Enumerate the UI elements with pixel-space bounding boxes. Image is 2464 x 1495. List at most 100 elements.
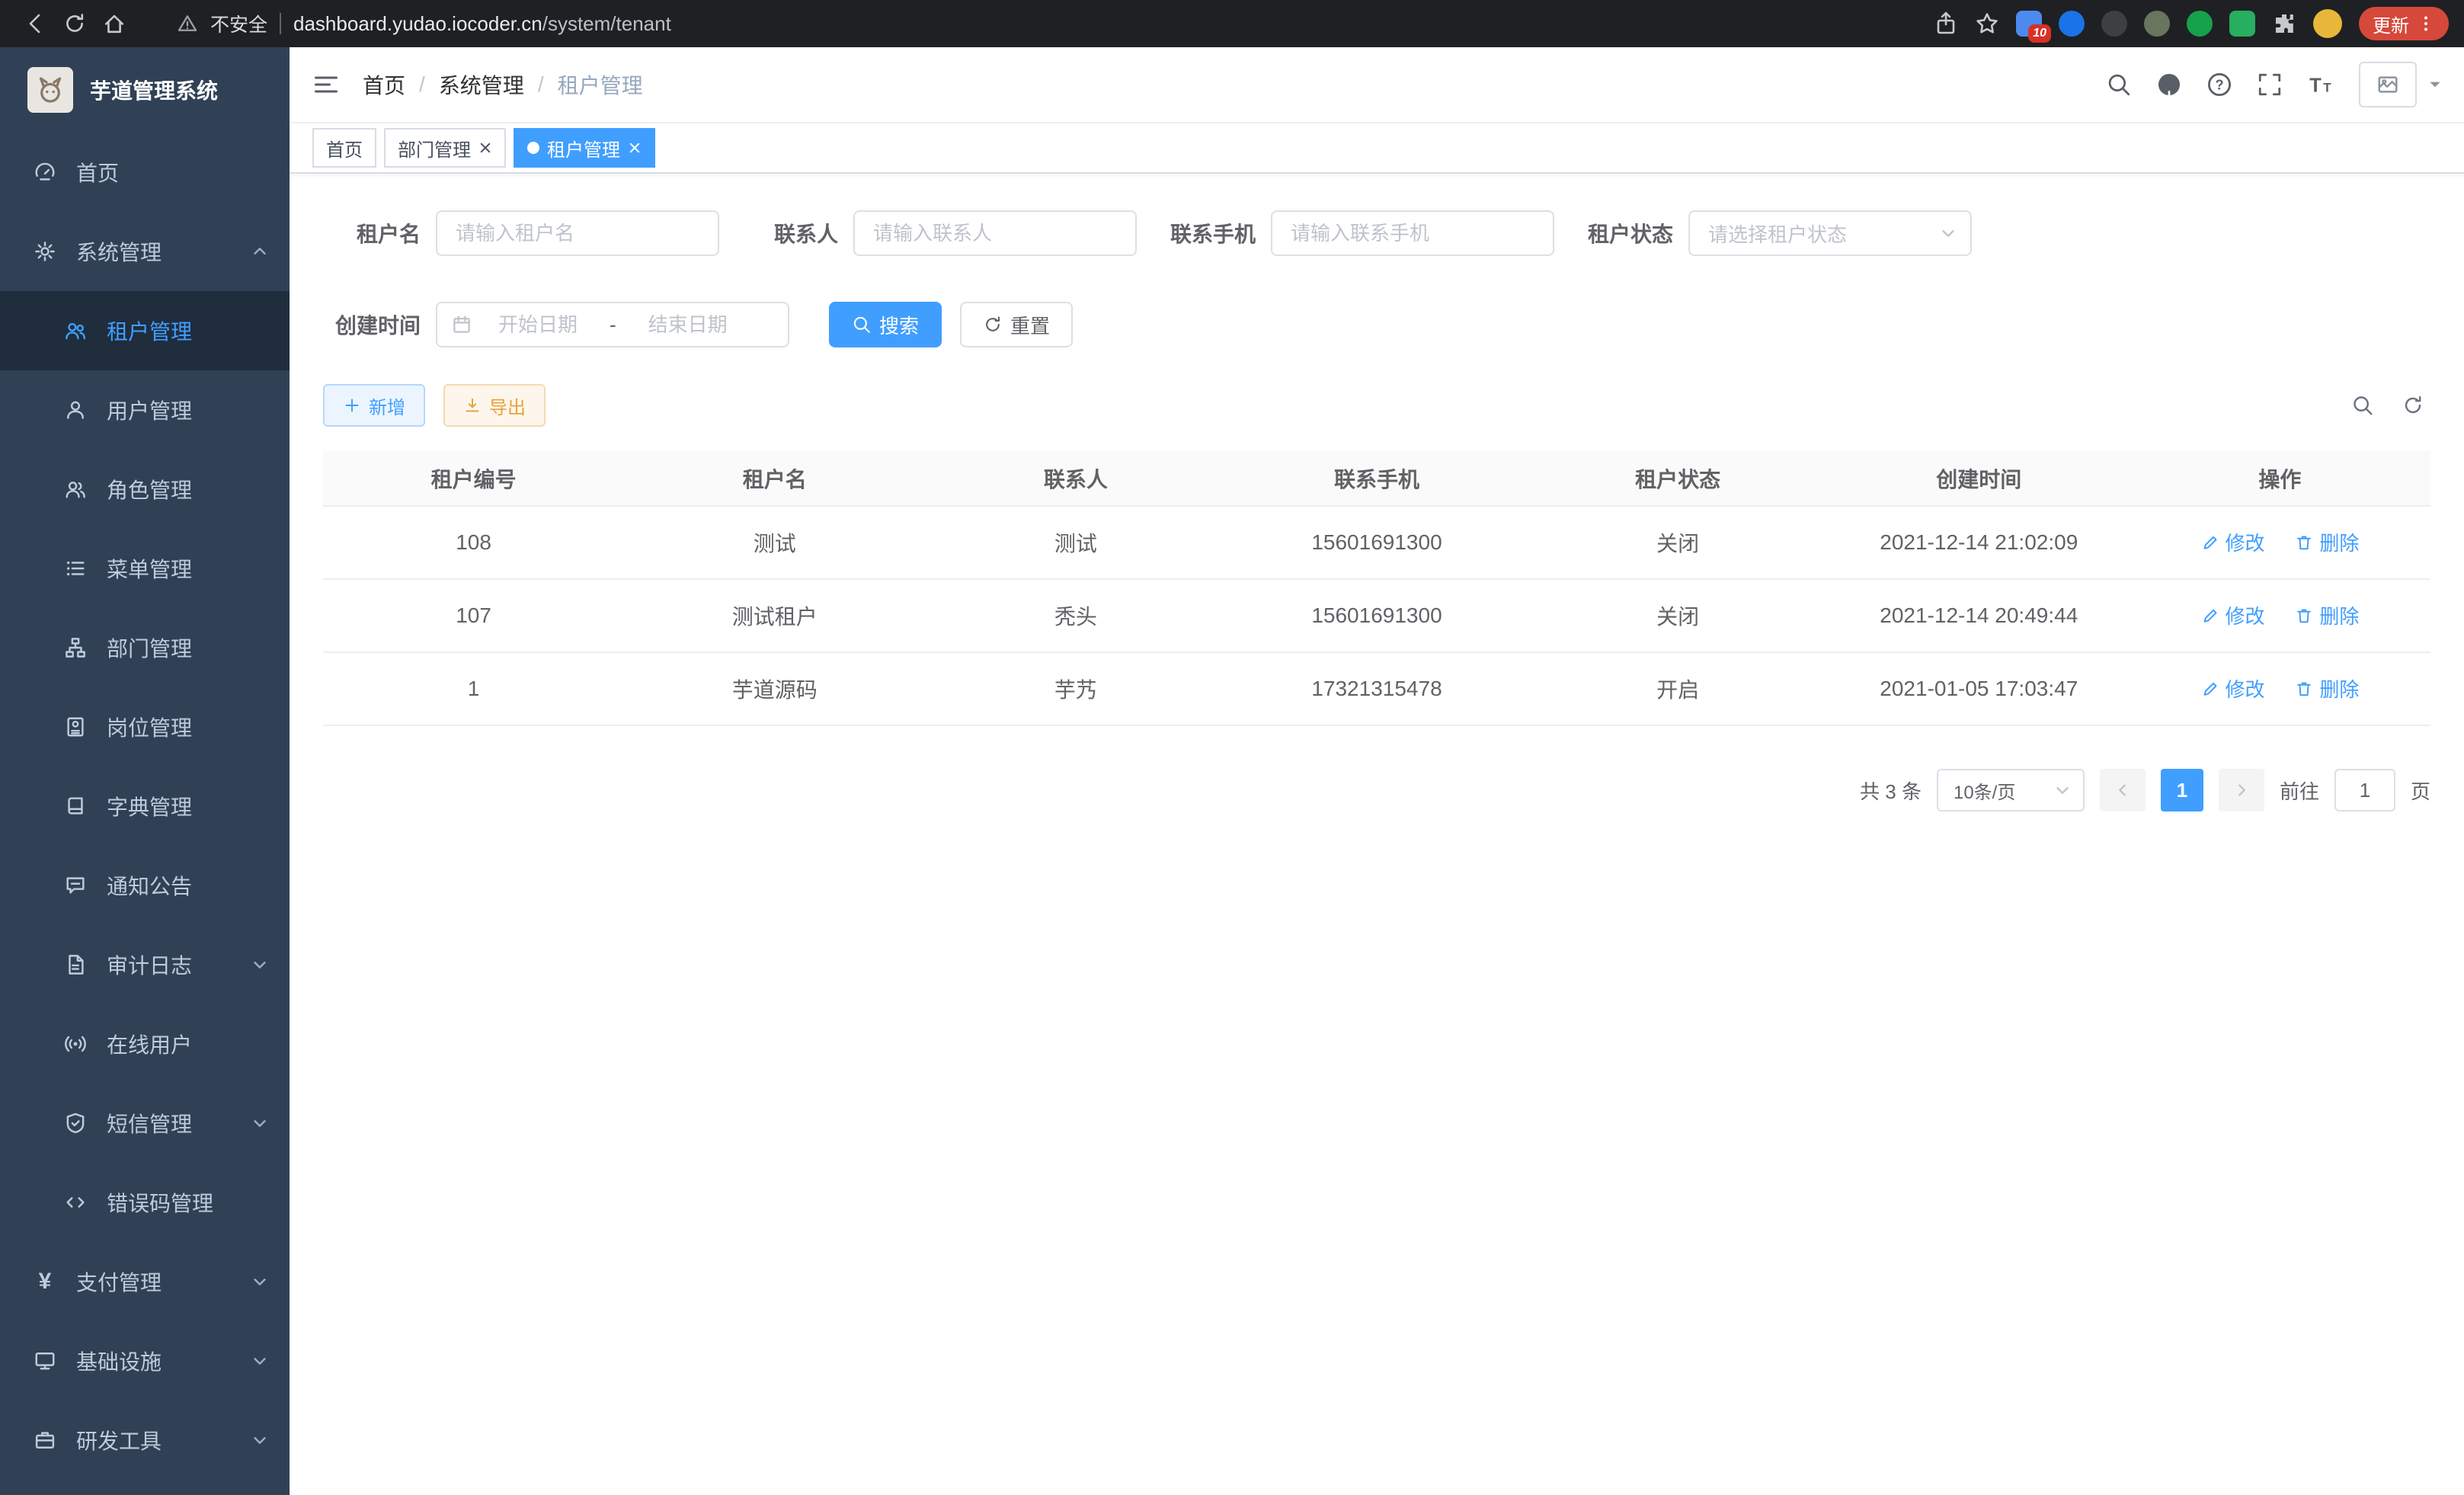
tenant-status-select[interactable]: 请选择租户状态: [1688, 210, 1972, 256]
extensions-puzzle-icon[interactable]: [2272, 11, 2296, 36]
col-operations: 操作: [2130, 451, 2430, 506]
goto-page-input[interactable]: [2334, 769, 2395, 812]
sidebar-item-label: 首页: [76, 157, 119, 187]
chevron-left-icon: [2114, 782, 2131, 799]
col-status: 租户状态: [1528, 451, 1829, 506]
sidebar-item-error-code[interactable]: 错误码管理: [0, 1163, 290, 1242]
cell-phone: 15601691300: [1226, 579, 1527, 652]
sidebar-item-online-user[interactable]: 在线用户: [0, 1004, 290, 1084]
user-avatar[interactable]: [2359, 62, 2417, 107]
breadcrumb-item[interactable]: 首页: [363, 69, 405, 100]
start-date-input[interactable]: [478, 313, 597, 337]
extension-icon-1[interactable]: 10: [2016, 11, 2042, 37]
phone-input[interactable]: [1271, 210, 1554, 256]
cell-created: 2021-12-14 20:49:44: [1829, 579, 2130, 652]
edit-button[interactable]: 修改: [2201, 674, 2265, 703]
chrome-update-button[interactable]: 更新: [2359, 7, 2449, 40]
cell-operations: 修改 删除: [2130, 506, 2430, 579]
refresh-icon[interactable]: [2402, 394, 2424, 417]
tab-tenant[interactable]: 租户管理: [514, 128, 655, 168]
search-icon[interactable]: [2095, 62, 2142, 107]
current-page[interactable]: 1: [2161, 769, 2203, 812]
reset-button[interactable]: 重置: [960, 302, 1073, 347]
bookmark-star-icon[interactable]: [1975, 11, 1999, 36]
sidebar-item-system[interactable]: 系统管理: [0, 212, 290, 291]
delete-button[interactable]: 删除: [2295, 528, 2359, 556]
sidebar-item-post[interactable]: 岗位管理: [0, 687, 290, 767]
toggle-search-icon[interactable]: [2351, 394, 2374, 417]
sidebar-item-sms[interactable]: 短信管理: [0, 1084, 290, 1163]
cell-tenant-id: 1: [323, 652, 624, 725]
delete-button[interactable]: 删除: [2295, 601, 2359, 629]
dashboard-icon: [34, 161, 56, 184]
font-size-icon[interactable]: TT: [2296, 62, 2344, 107]
home-icon[interactable]: [94, 5, 134, 42]
date-separator: -: [603, 313, 622, 337]
sidebar-item-notice[interactable]: 通知公告: [0, 846, 290, 925]
fullscreen-icon[interactable]: [2246, 62, 2293, 107]
tenant-name-input[interactable]: [436, 210, 719, 256]
col-phone: 联系手机: [1226, 451, 1527, 506]
yen-icon: ¥: [34, 1270, 56, 1293]
close-icon[interactable]: [628, 141, 642, 155]
caret-down-icon[interactable]: [2427, 77, 2443, 92]
next-page-button[interactable]: [2219, 769, 2264, 812]
prev-page-button[interactable]: [2100, 769, 2146, 812]
date-range-picker[interactable]: -: [436, 302, 789, 347]
pencil-icon: [2201, 533, 2219, 552]
sidebar-item-audit-log[interactable]: 审计日志: [0, 925, 290, 1004]
github-icon[interactable]: [2146, 62, 2193, 107]
sidebar-item-menu[interactable]: 菜单管理: [0, 529, 290, 608]
add-button[interactable]: 新增: [323, 384, 425, 427]
edit-button[interactable]: 修改: [2201, 601, 2265, 629]
extension-icon-5[interactable]: [2187, 11, 2213, 37]
delete-label: 删除: [2319, 601, 2359, 629]
select-placeholder: 请选择租户状态: [1708, 219, 1847, 248]
broken-image-icon: [2376, 73, 2399, 96]
tab-dept[interactable]: 部门管理: [384, 128, 506, 168]
close-icon[interactable]: [478, 141, 492, 155]
sidebar-item-role[interactable]: 角色管理: [0, 450, 290, 529]
sidebar-item-label: 基础设施: [76, 1346, 162, 1376]
contact-input[interactable]: [853, 210, 1137, 256]
profile-avatar[interactable]: [2313, 9, 2342, 38]
reload-icon[interactable]: [55, 5, 94, 42]
sidebar-item-tenant[interactable]: 租户管理: [0, 291, 290, 370]
cell-tenant-id: 107: [323, 579, 624, 652]
sidebar-item-pay[interactable]: ¥ 支付管理: [0, 1242, 290, 1321]
back-icon[interactable]: [15, 5, 55, 42]
sidebar-item-dept[interactable]: 部门管理: [0, 608, 290, 687]
filter-form-row-2: 创建时间 - 搜索 重置: [323, 302, 2430, 347]
help-icon[interactable]: ?: [2196, 62, 2243, 107]
sidebar-item-infra[interactable]: 基础设施: [0, 1321, 290, 1401]
extension-icon-3[interactable]: [2101, 11, 2127, 37]
extension-icon-2[interactable]: [2059, 11, 2085, 37]
breadcrumb-item[interactable]: 系统管理: [439, 69, 524, 100]
chevron-up-icon: [251, 243, 268, 260]
export-button[interactable]: 导出: [443, 384, 546, 427]
sidebar-item-label: 支付管理: [76, 1266, 162, 1297]
sidebar-logo[interactable]: 芋道管理系统: [0, 47, 290, 133]
share-icon[interactable]: [1934, 11, 1958, 36]
trash-icon: [2295, 607, 2313, 625]
delete-button[interactable]: 删除: [2295, 674, 2359, 703]
end-date-input[interactable]: [629, 313, 747, 337]
sidebar-item-devtools[interactable]: 研发工具: [0, 1401, 290, 1480]
address-bar[interactable]: 不安全 dashboard.yudao.iocoder.cn/system/te…: [177, 10, 1934, 37]
monitor-icon: [34, 1349, 56, 1372]
edit-button[interactable]: 修改: [2201, 528, 2265, 556]
sidebar-item-user[interactable]: 用户管理: [0, 370, 290, 450]
search-button[interactable]: 搜索: [829, 302, 942, 347]
cell-operations: 修改 删除: [2130, 579, 2430, 652]
sidebar-item-home[interactable]: 首页: [0, 133, 290, 212]
delete-label: 删除: [2319, 674, 2359, 703]
tab-home[interactable]: 首页: [312, 128, 376, 168]
extension-icon-6[interactable]: [2229, 11, 2255, 37]
sidebar-item-dict[interactable]: 字典管理: [0, 767, 290, 846]
delete-label: 删除: [2319, 528, 2359, 556]
extension-icon-4[interactable]: [2144, 11, 2170, 37]
page-size-select[interactable]: 10条/页: [1937, 769, 2085, 812]
hamburger-icon[interactable]: [290, 47, 363, 122]
briefcase-icon: [34, 1429, 56, 1452]
chevron-down-icon: [251, 1273, 268, 1290]
